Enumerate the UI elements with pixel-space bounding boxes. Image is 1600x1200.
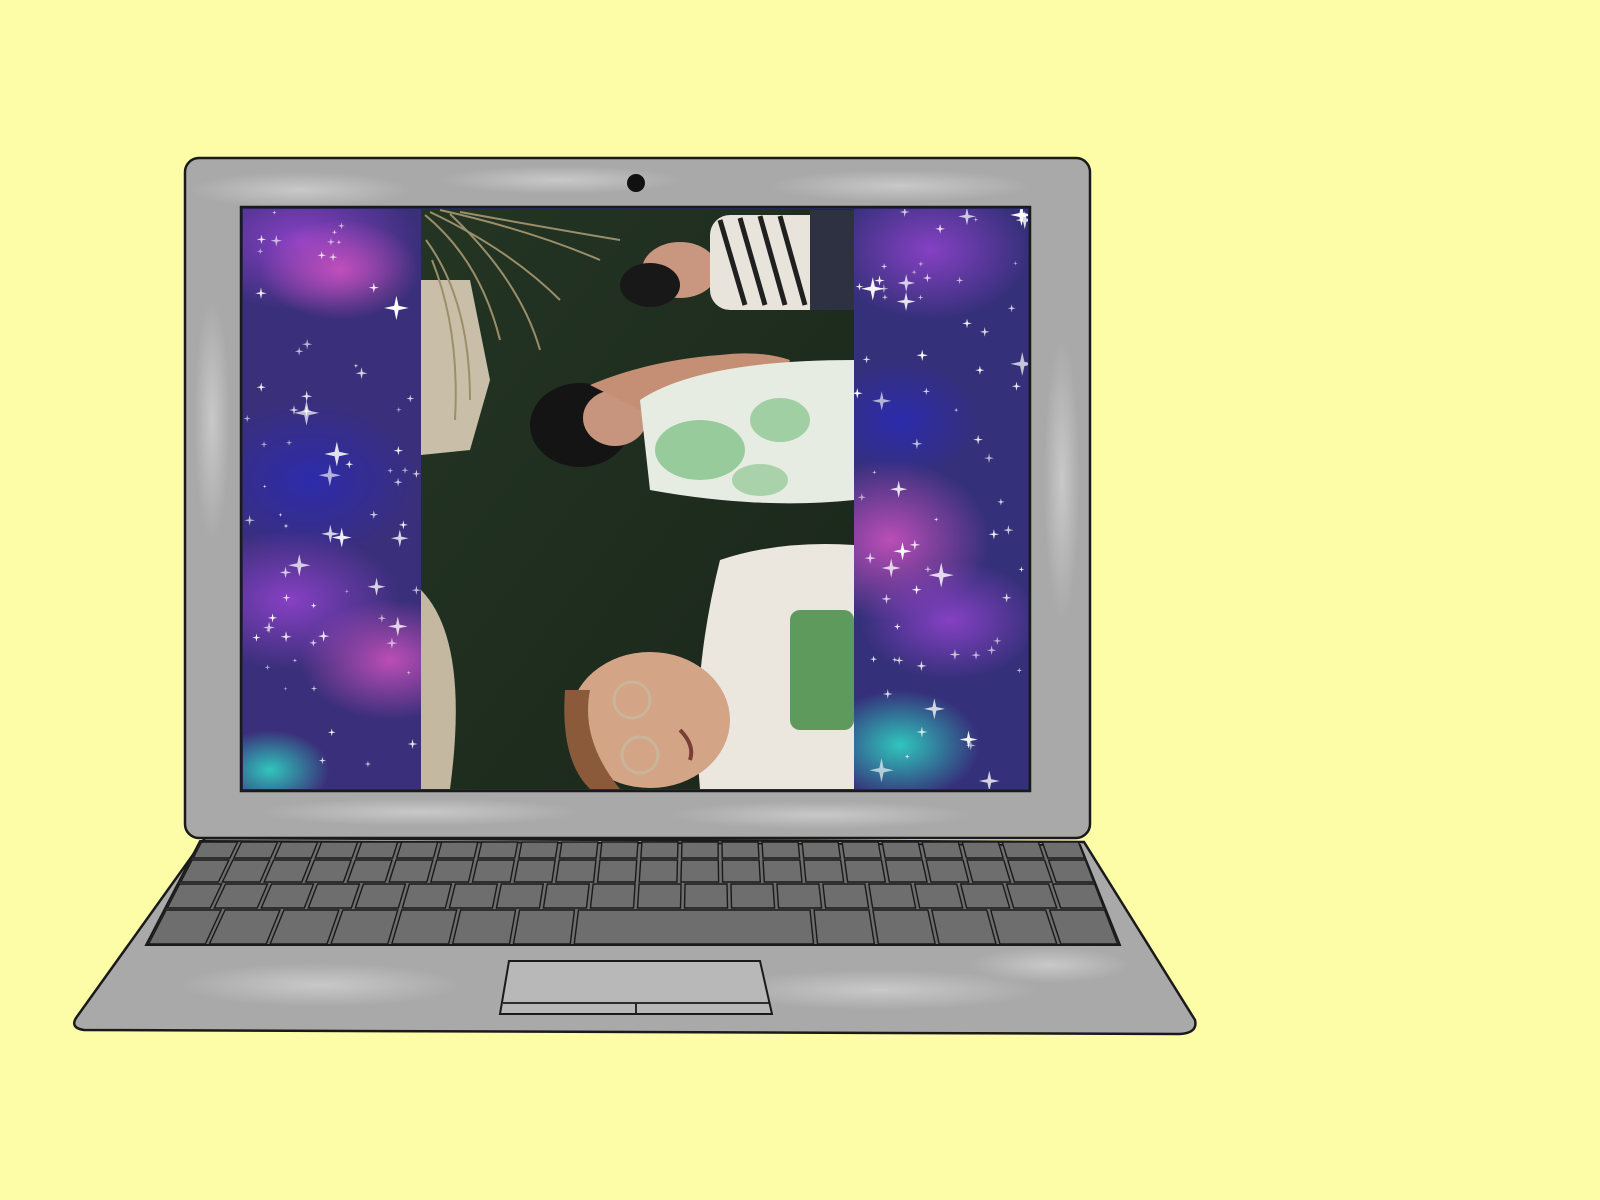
keyboard-key[interactable] xyxy=(388,859,434,883)
keyboard-key[interactable] xyxy=(1047,859,1095,883)
keyboard-key[interactable] xyxy=(801,841,842,859)
keyboard-key[interactable] xyxy=(1006,859,1054,883)
laptop-illustration xyxy=(73,156,1197,1036)
screen xyxy=(239,205,1032,793)
keyboard-key[interactable] xyxy=(966,859,1012,883)
keyboard-key[interactable] xyxy=(776,883,823,909)
trackpad-icon[interactable] xyxy=(498,960,774,1015)
keyboard-key[interactable] xyxy=(813,909,876,945)
keyboard-key[interactable] xyxy=(512,909,576,945)
keyboard-key[interactable] xyxy=(881,841,923,859)
keyboard-key[interactable] xyxy=(192,841,239,859)
keyboard xyxy=(144,839,1122,946)
keyboard-key[interactable] xyxy=(558,841,599,859)
keyboard-key[interactable] xyxy=(354,841,399,859)
keyboard-key[interactable] xyxy=(1005,883,1058,909)
keyboard-key[interactable] xyxy=(477,841,519,859)
keyboard-key[interactable] xyxy=(730,883,776,909)
keyboard-key[interactable] xyxy=(930,909,997,945)
keyboard-key[interactable] xyxy=(436,841,479,859)
keyboard-key[interactable] xyxy=(471,859,516,883)
keyboard-key[interactable] xyxy=(841,841,882,859)
keyboard-key[interactable] xyxy=(1051,883,1105,909)
keyboard-key[interactable] xyxy=(803,859,845,883)
keyboard-key[interactable] xyxy=(1041,841,1086,859)
keyboard-key[interactable] xyxy=(868,883,917,909)
keyboard-key[interactable] xyxy=(390,909,458,945)
keyboard-key[interactable] xyxy=(542,883,590,909)
keyboard-key[interactable] xyxy=(640,841,679,859)
selfie-photo xyxy=(421,209,854,789)
keyboard-key[interactable] xyxy=(921,841,964,859)
keyboard-key[interactable] xyxy=(1001,841,1045,859)
illustration-canvas xyxy=(0,0,1600,1200)
keyboard-key[interactable] xyxy=(314,841,359,859)
keyboard-key[interactable] xyxy=(596,859,638,883)
keyboard-key[interactable] xyxy=(680,841,719,859)
keyboard-key[interactable] xyxy=(762,859,803,883)
keyboard-key[interactable] xyxy=(495,883,545,909)
keyboard-key[interactable] xyxy=(513,859,556,883)
keyboard-key[interactable] xyxy=(680,859,720,883)
keyboard-key[interactable] xyxy=(989,909,1058,945)
keyboard-key[interactable] xyxy=(401,883,453,909)
keyboard-key[interactable] xyxy=(761,841,801,859)
keyboard-key[interactable] xyxy=(822,883,870,909)
keyboard-key[interactable] xyxy=(304,859,353,883)
keyboard-key[interactable] xyxy=(872,909,937,945)
keyboard-key[interactable] xyxy=(636,883,682,909)
keyboard-key[interactable] xyxy=(961,841,1005,859)
keyboard-key[interactable] xyxy=(925,859,970,883)
keyboard-key[interactable] xyxy=(573,909,815,945)
keyboard-key[interactable] xyxy=(599,841,639,859)
keyboard-key[interactable] xyxy=(589,883,636,909)
keyboard-key[interactable] xyxy=(329,909,399,945)
keyboard-key[interactable] xyxy=(354,883,407,909)
keyboard-key[interactable] xyxy=(273,841,319,859)
keyboard-key[interactable] xyxy=(451,909,517,945)
keyboard-key[interactable] xyxy=(346,859,393,883)
keyboard-key[interactable] xyxy=(721,841,760,859)
keyboard-key[interactable] xyxy=(959,883,1011,909)
keyboard-key[interactable] xyxy=(683,883,729,909)
keyboard-key[interactable] xyxy=(395,841,439,859)
keyboard-key[interactable] xyxy=(429,859,475,883)
keyboard-key[interactable] xyxy=(843,859,887,883)
webcam-icon xyxy=(627,174,645,192)
keyboard-key[interactable] xyxy=(232,841,279,859)
keyboard-key[interactable] xyxy=(517,841,559,859)
keyboard-key[interactable] xyxy=(638,859,679,883)
keyboard-key[interactable] xyxy=(307,883,361,909)
keyboard-key[interactable] xyxy=(555,859,597,883)
keyboard-key[interactable] xyxy=(448,883,499,909)
keyboard-key[interactable] xyxy=(913,883,964,909)
keyboard-key[interactable] xyxy=(721,859,762,883)
keyboard-key[interactable] xyxy=(884,859,928,883)
